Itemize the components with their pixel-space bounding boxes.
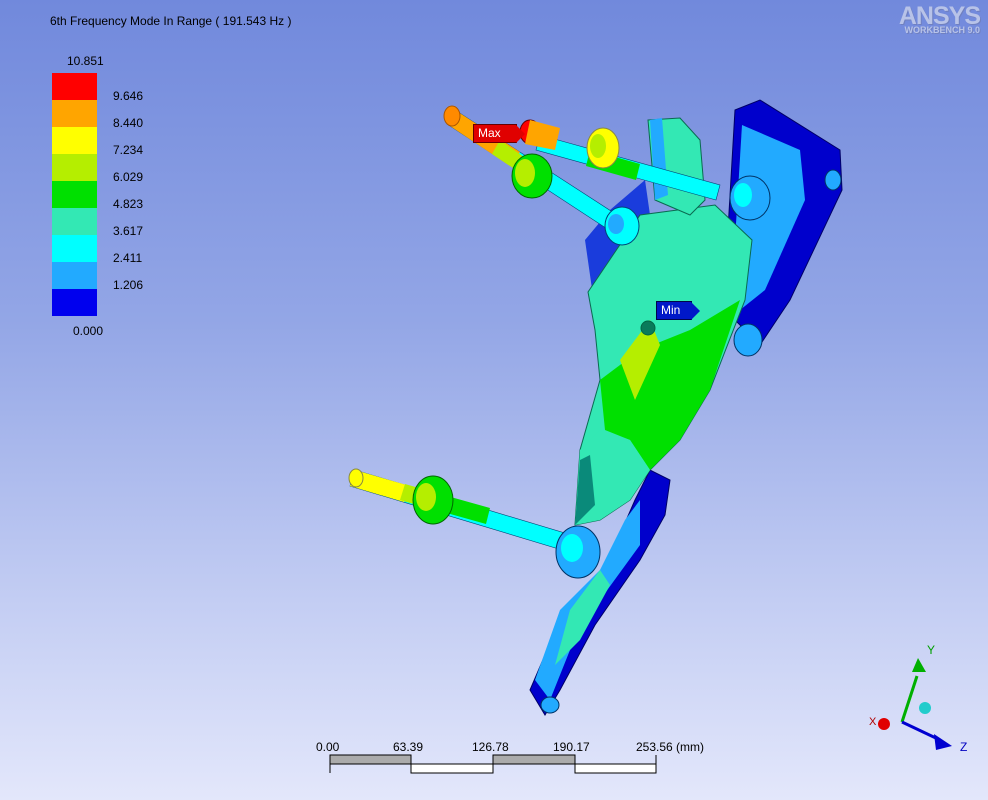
upper-rod-rear-nut-inner — [734, 183, 752, 207]
max-probe-label[interactable]: Max — [473, 124, 525, 143]
scale-tick-2: 126.78 — [472, 740, 509, 754]
scale-tick-0: 0.00 — [316, 740, 340, 754]
bracket-hole — [640, 320, 656, 336]
lower-rod-nut-inner — [561, 534, 583, 562]
scale-tick-4: 253.56 (mm) — [636, 740, 705, 754]
coordinate-triad — [878, 658, 952, 750]
triad-x-label: X — [869, 716, 877, 728]
lower-plate-bolt — [540, 696, 560, 714]
upper-rod-rear-orange — [525, 120, 560, 150]
min-probe-label[interactable]: Min — [656, 301, 700, 320]
triad-y-label: Y — [927, 643, 936, 657]
triad-z-label: Z — [960, 740, 968, 754]
upper-rod-front-nut-inner — [608, 214, 624, 234]
scale-bar — [329, 754, 657, 774]
scale-tick-1: 63.39 — [393, 740, 424, 754]
right-bolt-lower — [733, 323, 763, 357]
upper-rod-rear-collar-inner — [590, 134, 606, 158]
lower-rod-collar-inner — [416, 483, 436, 511]
upper-rod-front-collar-inner — [515, 159, 535, 187]
right-bolt-upper — [824, 169, 842, 191]
scale-tick-3: 190.17 — [553, 740, 590, 754]
lower-rod-tip — [348, 468, 364, 488]
graphics-viewport[interactable]: 6th Frequency Mode In Range ( 191.543 Hz… — [0, 0, 988, 800]
upper-rod-front-tip — [443, 105, 461, 127]
model-view[interactable] — [0, 0, 988, 800]
